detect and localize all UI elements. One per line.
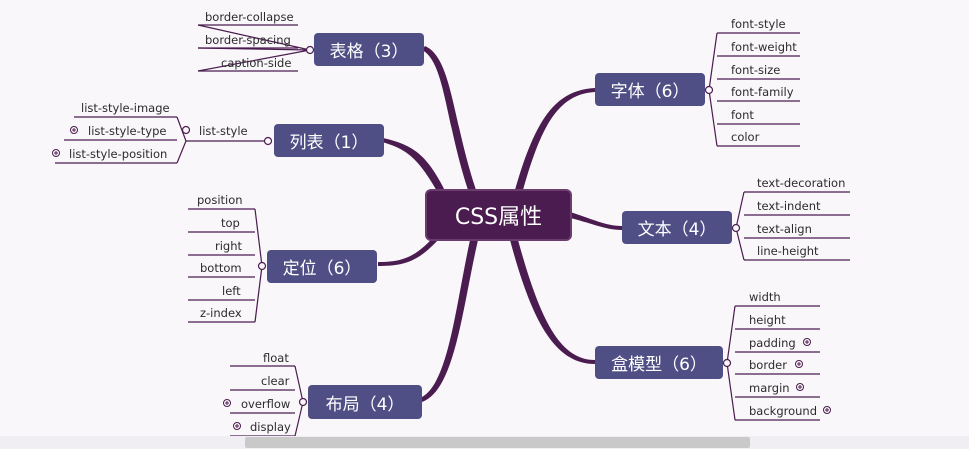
leaf-font-style[interactable]: font-style	[731, 17, 786, 31]
leaf-float[interactable]: float	[263, 351, 289, 365]
leaf-list-style-position[interactable]: list-style-position	[69, 147, 167, 161]
expand-icon[interactable]	[233, 422, 241, 430]
leaf-border-spacing[interactable]: border-spacing	[205, 33, 291, 47]
leaf-text-decoration[interactable]: text-decoration	[757, 176, 845, 190]
leaf-position[interactable]: position	[197, 193, 243, 207]
expand-icon[interactable]	[795, 360, 803, 368]
leaf-font[interactable]: font	[731, 108, 754, 122]
expand-icon[interactable]	[796, 383, 804, 391]
leaf-caption-side[interactable]: caption-side	[221, 56, 291, 70]
trunk-text	[570, 212, 622, 230]
leaf-width[interactable]: width	[749, 290, 781, 304]
leaf-clear[interactable]: clear	[261, 374, 289, 388]
leaf-font-size[interactable]: font-size	[731, 63, 780, 77]
leaf-bottom[interactable]: bottom	[200, 261, 242, 275]
leaf-font-family[interactable]: font-family	[731, 85, 794, 99]
leaf-margin[interactable]: margin	[749, 381, 790, 395]
leaf-text-indent[interactable]: text-indent	[757, 199, 821, 213]
leaf-top[interactable]: top	[221, 216, 240, 230]
leaf-border[interactable]: border	[749, 358, 787, 372]
leaf-border-collapse[interactable]: border-collapse	[205, 10, 294, 24]
leaf-line-height[interactable]: line-height	[757, 244, 819, 258]
topic-list[interactable]: 列表（1）	[274, 124, 384, 157]
leaf-padding[interactable]: padding	[749, 336, 796, 350]
topic-layout[interactable]: 布局（4）	[308, 385, 422, 419]
topic-position[interactable]: 定位（6）	[267, 250, 377, 283]
leaf-color[interactable]: color	[731, 130, 759, 144]
central-topic[interactable]: CSS属性	[425, 189, 572, 241]
leaf-list-style-image[interactable]: list-style-image	[81, 101, 170, 115]
leaf-display[interactable]: display	[250, 420, 291, 434]
leaf-background[interactable]: background	[749, 404, 817, 418]
leaf-list-style-type[interactable]: list-style-type	[88, 124, 166, 138]
leaf-list-style[interactable]: list-style	[199, 124, 248, 138]
trunk-font	[515, 88, 595, 190]
expand-icon[interactable]	[823, 406, 831, 414]
horizontal-scrollbar-thumb[interactable]	[245, 437, 750, 448]
trunk-layout	[420, 240, 478, 402]
leaf-height[interactable]: height	[749, 313, 786, 327]
expand-icon[interactable]	[70, 126, 78, 134]
leaf-z-index[interactable]: z-index	[200, 306, 242, 320]
topic-table[interactable]: 表格（3）	[314, 33, 424, 66]
leaf-text-align[interactable]: text-align	[757, 222, 812, 236]
leaf-right[interactable]: right	[215, 239, 242, 253]
expand-icon[interactable]	[223, 399, 231, 407]
expand-icon[interactable]	[52, 149, 60, 157]
topic-text[interactable]: 文本（4）	[622, 211, 732, 244]
leaf-font-weight[interactable]: font-weight	[731, 40, 797, 54]
expand-icon[interactable]	[803, 338, 811, 346]
topic-box-model[interactable]: 盒模型（6）	[595, 346, 723, 379]
trunk-box	[510, 240, 595, 364]
leaf-overflow[interactable]: overflow	[241, 397, 290, 411]
leaf-left[interactable]: left	[222, 284, 241, 298]
topic-font[interactable]: 字体（6）	[595, 73, 705, 106]
